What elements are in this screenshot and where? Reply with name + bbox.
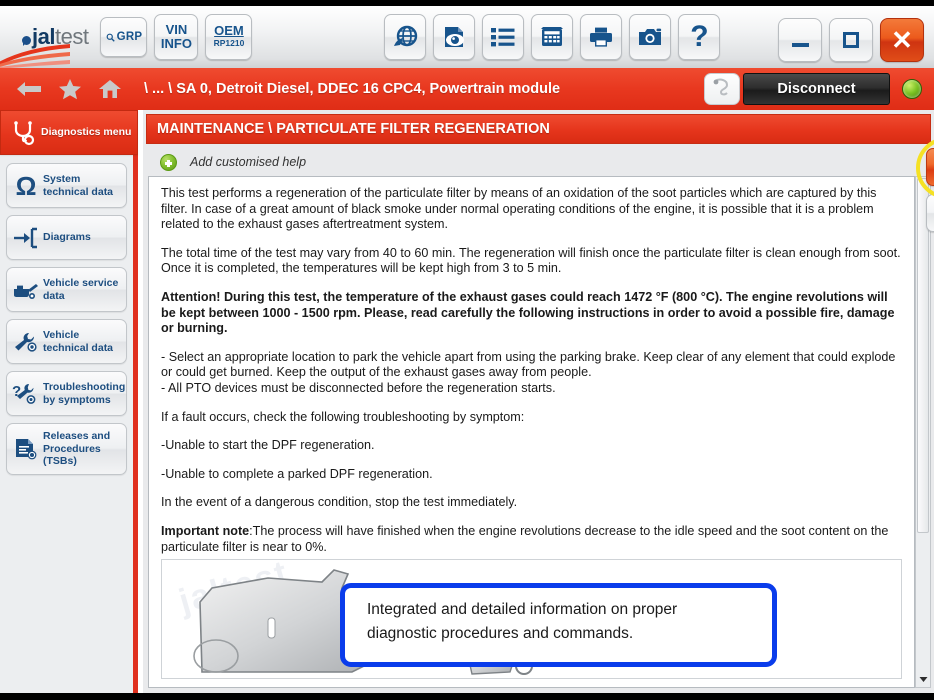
top-toolbar: jal test GRP VIN INFO OEM RP1210 ? ✕ <box>0 0 934 69</box>
grp-button-label: GRP <box>116 31 143 43</box>
sidebar-item-vehicle-technical-data[interactable]: Vehicle technical data <box>6 319 127 364</box>
home-icon[interactable] <box>98 78 122 100</box>
back-arrow-icon[interactable] <box>16 79 42 99</box>
callout-line-1: Integrated and detailed information on p… <box>367 601 678 618</box>
connection-status-indicator <box>902 79 922 99</box>
sidebar-item-label: Vehicle service data <box>43 277 119 302</box>
sidebar-item-label: Diagnostics menu <box>41 126 132 139</box>
print-button[interactable] <box>580 14 623 60</box>
plug-button[interactable] <box>704 73 740 105</box>
list-button[interactable] <box>482 14 525 60</box>
question-wrench-icon: ? <box>11 382 41 406</box>
add-customised-help-label: Add customised help <box>190 155 307 169</box>
vin-label-line1: VIN <box>165 22 188 37</box>
sidebar-item-system-technical-data[interactable]: Ω System technical data <box>6 163 127 208</box>
logo-dot-icon <box>22 35 31 46</box>
paragraph-fault-intro: If a fault occurs, check the following t… <box>161 409 525 424</box>
add-customised-help-link[interactable]: Add customised help <box>146 148 931 176</box>
annotation-callout: Integrated and detailed information on p… <box>340 583 777 667</box>
calculator-button[interactable] <box>531 14 574 60</box>
green-plus-icon <box>160 153 177 171</box>
globe-icon <box>392 25 418 49</box>
confirm-button[interactable] <box>926 148 934 186</box>
vin-label-line2: INFO <box>160 36 192 51</box>
sidebar-item-vehicle-service-data[interactable]: Vehicle service data <box>6 267 127 312</box>
breadcrumb-path: \ ... \ SA 0, Detroit Diesel, DDEC 16 CP… <box>144 81 561 97</box>
close-button[interactable]: ✕ <box>880 18 924 62</box>
maximize-icon <box>843 32 859 48</box>
left-sidebar: Diagnostics menu Ω System technical data… <box>0 110 138 693</box>
sidebar-item-label: System technical data <box>43 173 114 198</box>
sidebar-item-troubleshooting-by-symptoms[interactable]: ? Troubleshooting by symptoms <box>6 371 127 416</box>
calculator-icon <box>539 26 565 48</box>
document-icon <box>11 437 41 461</box>
page-title: MAINTENANCE \ PARTICULATE FILTER REGENER… <box>157 121 550 137</box>
star-icon[interactable] <box>58 78 82 100</box>
help-question-icon: ? <box>690 20 709 53</box>
window-bottom-edge <box>0 693 934 700</box>
paragraph-instruction-location: - Select an appropriate location to park… <box>161 349 896 380</box>
minimize-icon <box>791 43 809 47</box>
sidebar-item-releases-and-procedures[interactable]: Releases and Procedures (TSBs) <box>6 423 127 475</box>
oem-label-line1: OEM <box>214 23 244 38</box>
paragraph-instruction-pto: - All PTO devices must be disconnected b… <box>161 380 556 395</box>
oil-can-icon <box>11 280 41 300</box>
oem-label-line2: RP1210 <box>213 38 245 48</box>
document-preview-button[interactable] <box>433 14 476 60</box>
wrench-icon <box>11 331 41 353</box>
sidebar-item-label: Releases and Procedures (TSBs) <box>43 430 111 467</box>
paragraph-attention-warning: Attention! During this test, the tempera… <box>161 289 895 336</box>
paragraph-duration: The total time of the test may vary from… <box>161 245 901 276</box>
globe-button[interactable] <box>384 14 427 60</box>
sidebar-item-label: Troubleshooting by symptoms <box>43 381 126 406</box>
disconnect-label: Disconnect <box>777 81 856 97</box>
signal-diagram-icon <box>11 227 41 249</box>
section-title-bar: MAINTENANCE \ PARTICULATE FILTER REGENER… <box>146 114 931 144</box>
content-vertical-scrollbar[interactable] <box>915 176 931 688</box>
logo-text-test: test <box>54 24 89 49</box>
paragraph-symptom-start: -Unable to start the DPF regeneration. <box>161 438 375 453</box>
paragraph-symptom-complete: -Unable to complete a parked DPF regener… <box>161 466 433 481</box>
plug-icon <box>711 77 733 102</box>
sidebar-item-diagnostics-menu[interactable]: Diagnostics menu <box>0 110 138 155</box>
maximize-button[interactable] <box>829 18 873 62</box>
window-controls: ✕ <box>771 18 924 62</box>
logo-text-jal: jal <box>32 24 55 49</box>
list-icon <box>490 26 516 48</box>
toolbar-icon-group: ? <box>384 14 727 60</box>
action-buttons-column <box>926 148 934 240</box>
callout-line-2: diagnostic procedures and commands. <box>367 625 634 642</box>
paragraph-important-note: Important note:The process will have fin… <box>161 524 902 555</box>
important-note-label: Important note <box>161 523 250 538</box>
camera-button[interactable] <box>629 14 672 60</box>
cancel-button[interactable] <box>926 194 934 232</box>
disconnect-button[interactable]: Disconnect <box>743 73 890 105</box>
jaltest-logo: jal test <box>22 24 89 50</box>
help-button[interactable]: ? <box>678 14 721 60</box>
paragraph-intro: This test performs a regeneration of the… <box>161 186 877 232</box>
camera-icon <box>637 26 663 48</box>
important-note-text: :The process will have finished when the… <box>161 523 889 554</box>
jaltest-application-window: jal test GRP VIN INFO OEM RP1210 ? ✕ \ .… <box>0 0 934 700</box>
close-icon: ✕ <box>891 25 913 55</box>
breadcrumb-bar: \ ... \ SA 0, Detroit Diesel, DDEC 16 CP… <box>0 68 934 110</box>
paragraph-danger-stop: In the event of a dangerous condition, s… <box>161 495 518 510</box>
document-preview-icon <box>441 25 467 49</box>
minimize-button[interactable] <box>778 18 822 62</box>
grp-search-button[interactable]: GRP <box>100 17 148 57</box>
sidebar-item-label: Diagrams <box>43 231 91 244</box>
oem-rp1210-button[interactable]: OEM RP1210 <box>205 14 253 60</box>
printer-icon <box>588 26 614 48</box>
search-icon <box>106 33 115 42</box>
omega-icon: Ω <box>15 170 37 201</box>
sidebar-item-diagrams[interactable]: Diagrams <box>6 215 127 260</box>
stethoscope-icon <box>9 120 39 146</box>
sidebar-item-label: Vehicle technical data <box>43 329 114 354</box>
scroll-down-arrow-icon[interactable] <box>917 673 929 686</box>
vin-info-button[interactable]: VIN INFO <box>154 14 199 60</box>
